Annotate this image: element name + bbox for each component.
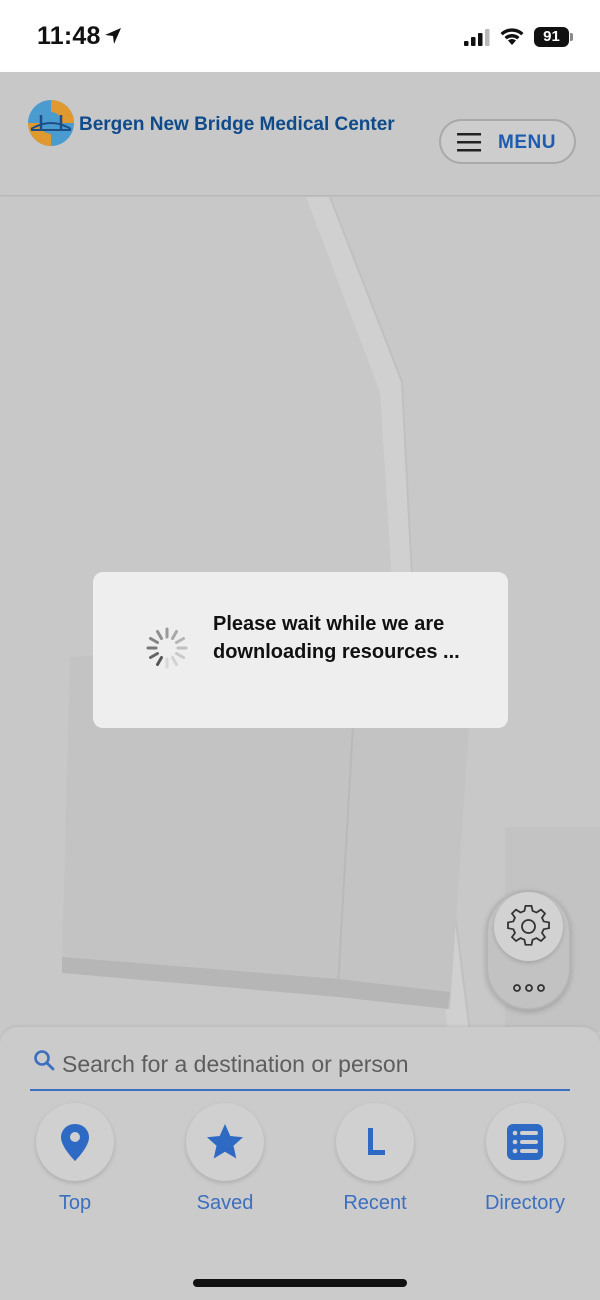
star-icon — [207, 1124, 243, 1159]
menu-button[interactable]: MENU — [439, 119, 576, 164]
bottom-nav: Top Saved Recent Directory — [0, 1103, 600, 1223]
nav-recent[interactable]: Recent — [315, 1103, 435, 1223]
brand-name: Bergen New Bridge Medical Center — [79, 114, 395, 135]
battery-icon: 91 — [534, 27, 569, 47]
nav-saved-label: Saved — [196, 1192, 254, 1214]
map-pin-icon — [61, 1124, 89, 1161]
nav-top-button[interactable] — [36, 1103, 114, 1181]
cellular-signal-icon — [464, 29, 490, 51]
nav-recent-label: Recent — [343, 1192, 407, 1214]
nav-directory[interactable]: Directory — [465, 1103, 585, 1223]
directory-list-icon — [507, 1124, 543, 1160]
settings-button[interactable] — [494, 892, 563, 961]
loading-message: Please wait while we are downloading res… — [213, 613, 460, 663]
bridge-logo-icon — [27, 99, 75, 152]
loading-dialog: Please wait while we are downloading res… — [93, 572, 508, 728]
nav-top[interactable]: Top — [15, 1103, 135, 1223]
more-options-icon[interactable] — [513, 979, 545, 997]
status-time: 11:48 — [37, 22, 101, 50]
map-controls — [486, 890, 571, 1010]
battery-nub — [570, 33, 573, 41]
app-header: Bergen New Bridge Medical Center MENU — [0, 72, 600, 196]
search-bar — [30, 1041, 570, 1091]
search-input[interactable] — [62, 1041, 562, 1087]
location-arrow-icon — [103, 26, 123, 51]
search-icon — [33, 1049, 55, 1076]
status-bar: 11:48 91 — [0, 0, 600, 72]
nav-directory-label: Directory — [484, 1192, 565, 1214]
home-indicator[interactable] — [193, 1279, 407, 1287]
nav-recent-button[interactable] — [336, 1103, 414, 1181]
nav-directory-button[interactable] — [486, 1103, 564, 1181]
menu-label: MENU — [498, 132, 556, 153]
wifi-icon — [499, 26, 525, 51]
loading-spinner-icon — [145, 626, 189, 675]
recent-l-icon — [368, 1128, 385, 1155]
bottom-sheet: Top Saved Recent — [0, 1027, 600, 1300]
nav-top-label: Top — [58, 1192, 92, 1214]
hamburger-menu-icon — [457, 133, 481, 157]
nav-saved-button[interactable] — [186, 1103, 264, 1181]
nav-saved[interactable]: Saved — [165, 1103, 285, 1223]
